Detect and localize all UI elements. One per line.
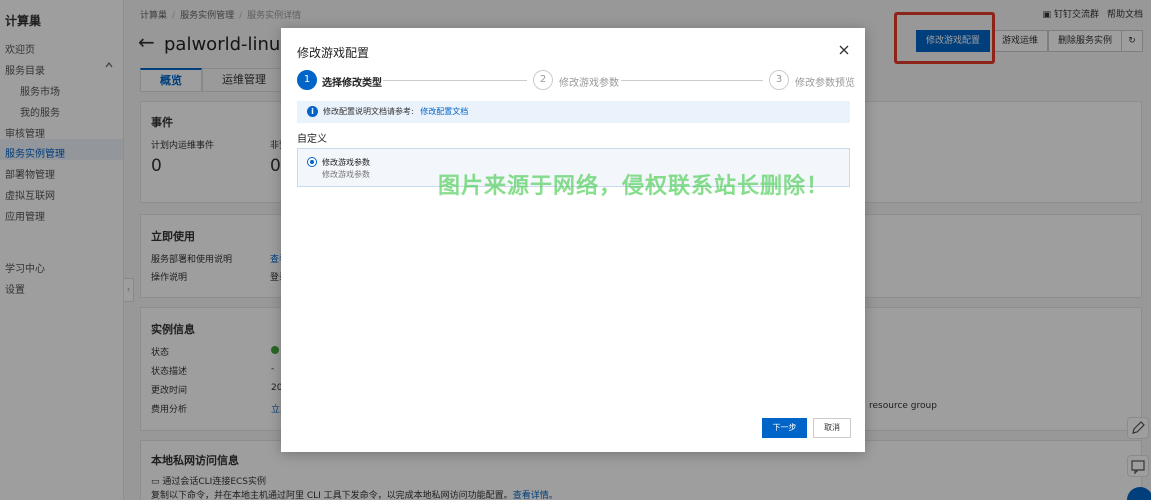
info-banner: i 修改配置说明文档请参考: 修改配置文档 [297,101,850,123]
option-desc: 修改游戏参数 [322,170,370,179]
custom-section-label: 自定义 [297,134,327,145]
step-1-label: 选择修改类型 [322,78,382,89]
step-1-circle: 1 [297,70,317,90]
step-3-circle: 3 [769,70,789,90]
info-text: 修改配置说明文档请参考: [323,107,414,116]
step-2-circle: 2 [533,70,553,90]
radio-selected-icon[interactable] [307,157,317,167]
dialog-title: 修改游戏配置 [297,46,370,60]
step-connector [383,80,527,81]
cancel-button[interactable]: 取消 [813,418,851,438]
option-title: 修改游戏参数 [322,158,370,167]
close-icon[interactable] [838,44,850,56]
next-step-button[interactable]: 下一步 [762,418,807,438]
step-3-label: 修改参数预览 [795,78,855,89]
modify-config-dialog: 修改游戏配置 1 选择修改类型 2 修改游戏参数 3 修改参数预览 i 修改配置… [281,28,865,452]
step-2-label: 修改游戏参数 [559,78,619,89]
info-icon: i [307,106,318,117]
watermark-text: 图片来源于网络，侵权联系站长删除！ [438,174,830,199]
step-connector [621,80,763,81]
config-doc-link[interactable]: 修改配置文档 [420,107,468,116]
